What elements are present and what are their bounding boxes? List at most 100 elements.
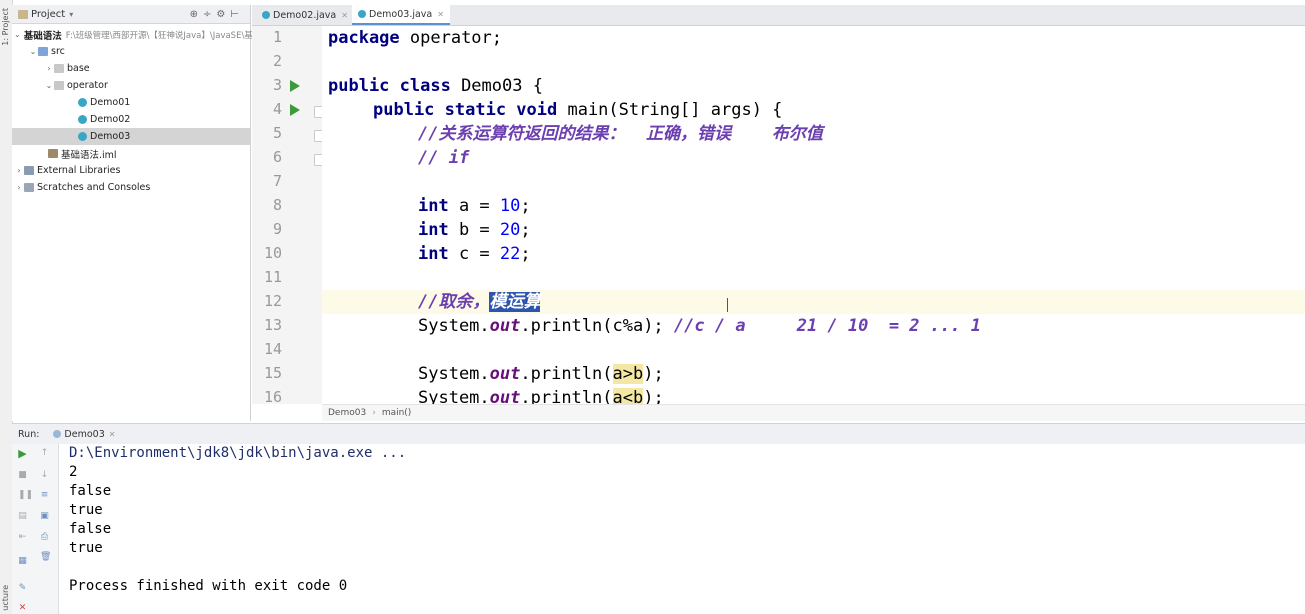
exit-icon[interactable]: ⇤ [18,533,27,542]
soft-wrap-icon[interactable]: ≡ [40,491,49,500]
line-number: 9 [272,220,282,238]
java-class-icon [78,132,87,141]
project-icon [18,9,28,19]
tree-item-module[interactable]: ⌄ 基础语法 F:\班级管理\西部开源\【狂神说Java】\JavaSE\基础 [12,26,261,43]
run-toolbar: ▶ ↑ ■ ↓ ❚❚ ≡ ▤ ▣ ⇤ ⎙ ▦ 🗑 ✎ ✕ [12,444,59,614]
chevron-right-icon[interactable]: › [14,183,24,192]
project-tool-button[interactable]: 1: Project [1,8,10,46]
trash-icon[interactable]: 🗑 [40,553,51,562]
source-folder-icon [38,47,48,56]
rerun-icon[interactable]: ▶ [18,448,27,459]
project-panel-tools[interactable]: ⊕÷⚙⊢ [190,9,244,20]
tree-item-operator[interactable]: ⌄ operator [12,77,282,94]
java-class-icon [78,98,87,107]
line-number: 3 [272,76,282,94]
breadcrumb: Demo03 › main() [322,404,1305,421]
code-line-4: public static void main(String[] args) { [373,100,783,120]
console-line: Process finished with exit code 0 [69,578,348,594]
scroll-to-end-icon[interactable]: ▣ [40,512,49,521]
tree-item-src[interactable]: ⌄ src [12,43,266,60]
up-arrow-icon[interactable]: ↑ [40,449,49,458]
run-class-icon[interactable] [290,80,300,92]
run-panel-header: Run: Demo03 ✕ [12,423,1305,445]
print-icon[interactable]: ⎙ [40,533,49,542]
chevron-down-icon[interactable]: ▾ [69,10,73,19]
package-icon [54,81,64,90]
selected-text: 模运算 [489,292,541,312]
console-line: true [69,502,103,518]
code-line-13: System.out.println(c%a); //c / a 21 / 10… [418,316,981,336]
console-output[interactable]: D:\Environment\jdk8\jdk\bin\java.exe ...… [59,444,1305,614]
pause-icon[interactable]: ❚❚ [18,491,33,500]
chevron-down-icon[interactable]: ⌄ [28,47,38,56]
code-line-12: //取余，模运算 [322,290,1305,314]
close-icon[interactable]: ✕ [437,10,444,19]
chevron-down-icon[interactable]: ⌄ [44,81,54,90]
console-line: false [69,521,112,537]
package-icon [54,64,64,73]
line-number: 1 [272,28,282,46]
down-arrow-icon[interactable]: ↓ [40,471,49,480]
line-number: 4 [272,100,282,118]
pin-icon[interactable]: ✎ [18,584,27,593]
code-editor[interactable]: package operator; public class Demo03 { … [322,26,1305,404]
code-line-8: int a = 10; [418,196,531,216]
line-number: 11 [263,268,282,286]
tab-demo02[interactable]: Demo02.java ✕ [256,5,354,25]
close-icon[interactable]: ✕ [341,11,348,20]
tree-item-external-libraries[interactable]: › External Libraries [12,162,252,179]
code-line-5: //关系运算符返回的结果： 正确，错误 布尔值 [418,124,823,144]
code-line-9: int b = 20; [418,220,531,240]
code-line-16: System.out.println(a<b); [418,386,664,404]
breadcrumb-class[interactable]: Demo03 [328,408,366,418]
console-line: D:\Environment\jdk8\jdk\bin\java.exe ... [69,445,407,461]
chevron-down-icon[interactable]: ⌄ [14,30,21,39]
project-view-dropdown[interactable]: Project [31,9,65,20]
run-tab-demo03[interactable]: Demo03 ✕ [53,429,115,440]
chevron-right-icon: › [372,408,376,418]
editor-tab-bar: Demo02.java ✕ Demo03.java ✕ [252,5,1305,26]
mouse-text-cursor [727,298,728,312]
tree-item-scratches[interactable]: › Scratches and Consoles [12,179,252,196]
close-run-icon[interactable]: ✕ [18,604,27,613]
code-line-6: // if [418,148,470,168]
tab-demo03[interactable]: Demo03.java ✕ [352,5,450,25]
line-number: 6 [272,148,282,166]
line-number: 8 [272,196,282,214]
line-number: 16 [263,388,282,404]
java-class-icon [358,10,366,18]
code-line-1: package operator; [328,28,503,48]
console-line: 2 [69,464,78,480]
tree-item-base[interactable]: › base [12,60,282,77]
iml-file-icon [48,149,58,158]
close-icon[interactable]: ✕ [109,430,116,439]
line-number: 13 [263,316,282,334]
chevron-right-icon[interactable]: › [14,166,24,175]
code-line-15: System.out.println(a>b); [418,364,664,384]
line-number: 2 [272,52,282,70]
java-class-icon [78,115,87,124]
line-number: 14 [263,340,282,358]
layout-icon[interactable]: ▦ [18,557,27,566]
breadcrumb-method[interactable]: main() [382,408,412,418]
tree-item-demo03[interactable]: Demo03 [12,128,250,145]
library-icon [24,166,34,175]
project-panel: Project ▾ ⊕÷⚙⊢ ⌄ 基础语法 F:\班级管理\西部开源\【狂神说J… [12,5,261,421]
chevron-right-icon[interactable]: › [44,64,54,73]
structure-tool-button[interactable]: ucture [1,585,10,611]
scratches-icon [24,183,34,192]
console-line: true [69,540,103,556]
console-line: false [69,483,112,499]
run-config-icon [53,430,62,438]
line-number: 15 [263,364,282,382]
stop-icon[interactable]: ■ [18,471,27,480]
dump-threads-icon[interactable]: ▤ [18,512,27,521]
line-number: 10 [263,244,282,262]
project-panel-header: Project ▾ ⊕÷⚙⊢ [12,5,250,24]
editor-gutter[interactable]: 1 2 3 4 5 6 7 8 9 10 11 12 13 14 15 16 [252,26,323,404]
tree-item-iml[interactable]: 基础语法.iml [12,145,286,162]
code-line-3: public class Demo03 { [328,76,543,96]
line-number: 12 [263,292,282,310]
code-line-10: int c = 22; [418,244,531,264]
run-main-icon[interactable] [290,104,300,116]
